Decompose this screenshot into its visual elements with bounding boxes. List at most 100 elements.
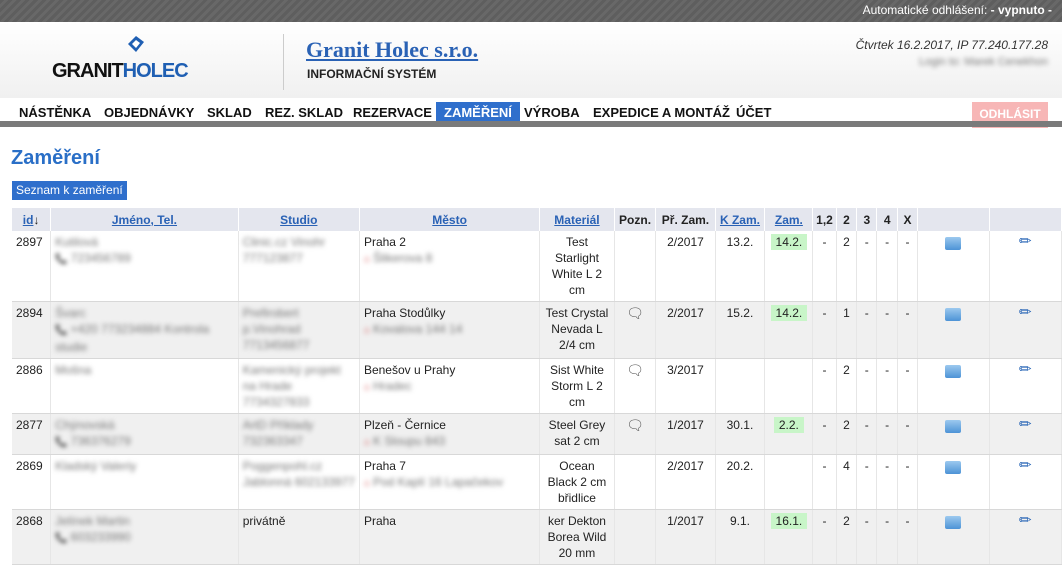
phone-line: 📞 723456789 xyxy=(55,250,233,268)
cell-edit: ✏ xyxy=(989,358,1062,414)
cell-4: - xyxy=(876,358,898,414)
phone-line: 📞 736376279 xyxy=(55,433,233,451)
house-icon: ⌂ xyxy=(363,254,370,265)
col-name-header[interactable]: Jméno, Tel. xyxy=(50,208,239,231)
house-icon: ⌂ xyxy=(363,325,370,336)
table-row[interactable]: 2869 Kladský Valeriy Poggenpohl.cz Jablo… xyxy=(12,454,1062,510)
cell-note xyxy=(614,509,657,565)
speech-bubble-icon[interactable]: 🗨 xyxy=(626,417,644,433)
cell-note xyxy=(614,231,657,302)
phone-number: +420 773234884 Kontrola studie xyxy=(55,322,210,354)
table-row[interactable]: 2886 Mošna Kamenický projekt na Hrade 77… xyxy=(12,358,1062,414)
cell-12: - xyxy=(812,454,837,510)
folder-icon[interactable] xyxy=(945,237,962,250)
nav-underline xyxy=(0,121,1062,127)
studio: Kamenický projekt na Hrade 7734327833 xyxy=(242,363,341,409)
cell-studio: Kamenický projekt na Hrade 7734327833 xyxy=(238,358,360,414)
company-name-link[interactable]: Granit Holec s.r.o. xyxy=(306,37,478,63)
table-row[interactable]: 2868 Jelínek Martin 📞 603233990 privátně P… xyxy=(12,509,1062,565)
speech-bubble-icon[interactable]: 🗨 xyxy=(626,362,644,378)
col-x-header: X xyxy=(897,208,919,231)
auto-logout-bar: Automatické odhlášení: - vypnuto - xyxy=(0,0,1062,22)
auto-logout-label: Automatické odhlášení: xyxy=(862,3,988,17)
measurement-list-button[interactable]: Seznam k zaměření xyxy=(12,181,127,200)
sort-studio-link[interactable]: Studio xyxy=(280,213,317,227)
pencil-edit-icon[interactable]: ✏ xyxy=(1019,513,1032,529)
pencil-edit-icon[interactable]: ✏ xyxy=(1019,458,1032,474)
phone-icon: 📞 xyxy=(55,325,68,336)
cell-city: Plzeň - Černice ⌂ K Sloupu 843 xyxy=(359,413,541,455)
cell-name: Jelínek Martin 📞 603233990 xyxy=(50,509,239,565)
cell-12: - xyxy=(812,301,837,359)
sort-material-link[interactable]: Materiál xyxy=(554,213,599,227)
table-row[interactable]: 2877 Chýnovská 📞 736376279 ArtD Příklady 7… xyxy=(12,413,1062,455)
folder-icon[interactable] xyxy=(945,420,962,433)
cell-12: - xyxy=(812,509,837,565)
cell-studio: Poggenpohl.cz Jablonná 602133977 xyxy=(238,454,360,510)
phone-icon: 📞 xyxy=(55,533,68,544)
phone-line: 📞 +420 773234884 Kontrola studie xyxy=(55,321,233,355)
sort-city-link[interactable]: Město xyxy=(432,213,467,227)
pencil-edit-icon[interactable]: ✏ xyxy=(1019,305,1032,321)
cell-folder xyxy=(917,454,990,510)
cell-x: - xyxy=(897,454,919,510)
cell-city: Benešov u Prahy ⌂ Hradec xyxy=(359,358,541,414)
cell-edit: ✏ xyxy=(989,301,1062,359)
measurement-table: id↓ Jméno, Tel. Studio Město Materiál Po… xyxy=(12,208,1062,565)
col-zam-header[interactable]: Zam. xyxy=(764,208,814,231)
cell-4: - xyxy=(876,231,898,302)
col-material-header[interactable]: Materiál xyxy=(539,208,615,231)
folder-icon[interactable] xyxy=(945,308,962,321)
col-k-zam-header[interactable]: K Zam. xyxy=(715,208,766,231)
address-line: ⌂ Pod Kaplí 16 Lapačekov xyxy=(364,474,535,492)
cell-city: Praha Stodůlky ⌂ Kovalova 144 14 xyxy=(359,301,541,359)
city: Praha Stodůlky xyxy=(363,306,446,320)
date-ip: Čtvrtek 16.2.2017, IP 77.240.177.28 xyxy=(855,38,1048,52)
cell-studio: privátně xyxy=(238,509,360,565)
header: GRANITHOLEC Granit Holec s.r.o. INFORMAČ… xyxy=(0,22,1062,98)
sort-zam-link[interactable]: Zam. xyxy=(775,213,803,227)
col-studio-header[interactable]: Studio xyxy=(238,208,360,231)
sort-k-zam-link[interactable]: K Zam. xyxy=(720,213,760,227)
cell-k-zam: 9.1. xyxy=(715,509,766,565)
cell-material: Test Starlight White L 2 cm xyxy=(539,231,615,302)
cell-id: 2897 xyxy=(12,231,52,302)
col-2-header: 2 xyxy=(836,208,858,231)
cell-2: 1 xyxy=(836,301,858,359)
phone-icon: 📞 xyxy=(55,254,68,265)
pencil-edit-icon[interactable]: ✏ xyxy=(1019,234,1032,250)
pencil-edit-icon[interactable]: ✏ xyxy=(1019,362,1032,378)
granit-holec-logo[interactable]: GRANITHOLEC xyxy=(52,30,222,90)
sort-name-link[interactable]: Jméno, Tel. xyxy=(112,213,177,227)
address-line: ⌂ Šlikerova 8 xyxy=(364,250,535,268)
table-row[interactable]: 2894 Švarc 📞 +420 773234884 Kontrola studi… xyxy=(12,301,1062,359)
folder-icon[interactable] xyxy=(945,365,962,378)
cell-material: Sist White Storm L 2 cm xyxy=(539,358,615,414)
table-row[interactable]: 2897 Kutilová 📞 723456789 Clinic.cz Vinohr… xyxy=(12,231,1062,302)
cell-x: - xyxy=(897,509,919,565)
client-name: Chýnovská xyxy=(55,418,115,432)
cell-city: Praha 7 ⌂ Pod Kaplí 16 Lapačekov xyxy=(359,454,541,510)
cell-4: - xyxy=(876,509,898,565)
cell-x: - xyxy=(897,413,919,455)
col-city-header[interactable]: Město xyxy=(359,208,541,231)
cell-id: 2886 xyxy=(12,358,52,414)
city: Praha xyxy=(363,514,396,528)
cell-zam: 2.2. xyxy=(764,413,814,455)
col-id-header[interactable]: id↓ xyxy=(12,208,52,231)
city: Plzeň - Černice xyxy=(363,418,446,432)
cell-12: - xyxy=(812,358,837,414)
cell-2: 2 xyxy=(836,358,858,414)
cell-4: - xyxy=(876,413,898,455)
address: Kovalova 144 14 xyxy=(372,322,463,336)
folder-icon[interactable] xyxy=(945,461,962,474)
cell-k-zam: 15.2. xyxy=(715,301,766,359)
pencil-edit-icon[interactable]: ✏ xyxy=(1019,417,1032,433)
sort-id-link[interactable]: id xyxy=(23,213,34,227)
folder-icon[interactable] xyxy=(945,516,962,529)
cell-12: - xyxy=(812,231,837,302)
cell-3: - xyxy=(856,509,878,565)
speech-bubble-icon[interactable]: 🗨 xyxy=(626,305,644,321)
city: Benešov u Prahy xyxy=(363,363,456,377)
cell-studio: Clinic.cz Vinohr 777123877 xyxy=(238,231,360,302)
